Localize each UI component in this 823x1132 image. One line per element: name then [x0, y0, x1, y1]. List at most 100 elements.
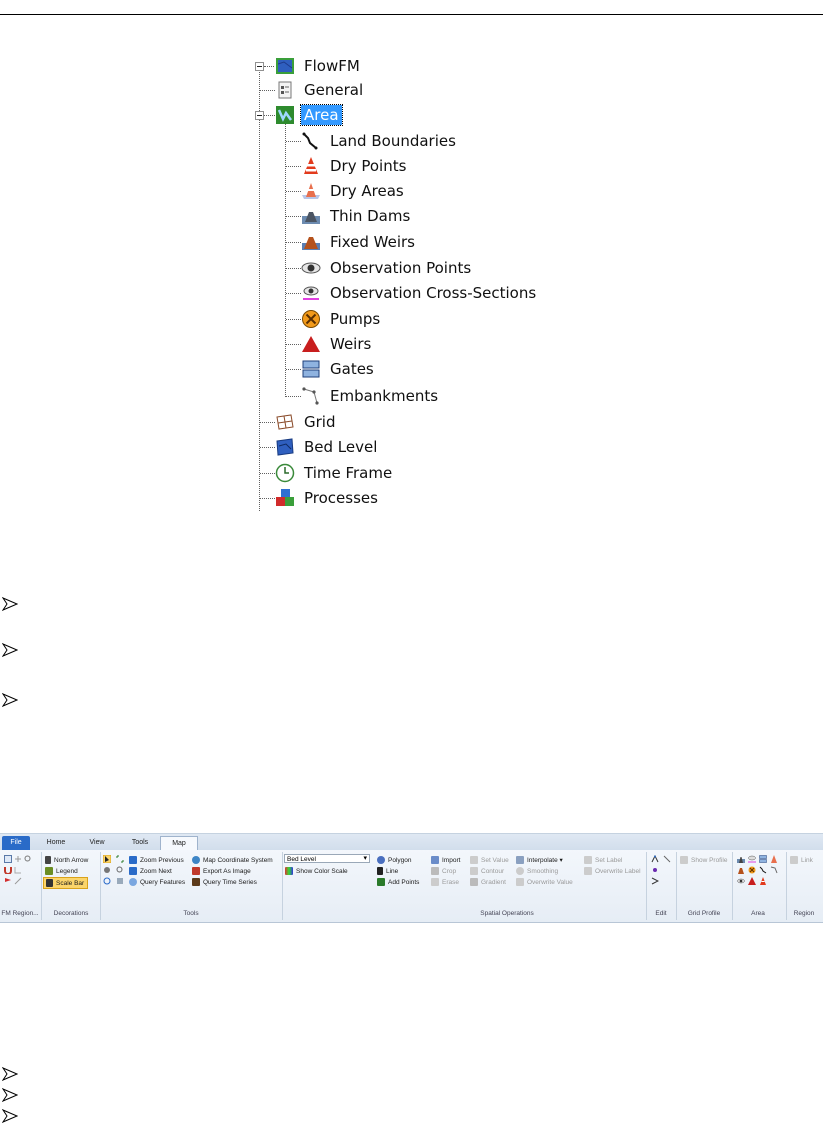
tree-node-grid[interactable]: Grid [275, 411, 338, 433]
time-series-icon [192, 878, 200, 886]
zoom-icon[interactable] [24, 855, 32, 863]
group-label-edit: Edit [655, 910, 667, 917]
zoom-rectangle-icon[interactable] [116, 866, 124, 874]
magnet-icon[interactable] [4, 866, 12, 874]
scale-bar-icon [46, 879, 53, 887]
query-features-button[interactable]: Query Features [129, 877, 185, 887]
line-icon [377, 867, 383, 875]
tree-node-dry-points[interactable]: Dry Points [301, 155, 409, 177]
weir-triangle-icon[interactable] [748, 877, 756, 885]
tree-node-pumps[interactable]: Pumps [301, 308, 383, 330]
color-scale-icon [285, 867, 293, 875]
map-coordinate-system-button[interactable]: Map Coordinate System [192, 855, 273, 865]
scale-bar-button[interactable]: Scale Bar [43, 877, 89, 889]
embankment-icon [302, 387, 319, 405]
processes-icon [276, 489, 294, 506]
legend-button[interactable]: Legend [45, 866, 78, 876]
profile-icon [680, 856, 688, 864]
tree-node-land-boundaries[interactable]: Land Boundaries [301, 130, 459, 152]
tree-node-weirs[interactable]: Weirs [301, 333, 374, 355]
thin-dam-icon[interactable] [737, 855, 745, 863]
collapse-root-toggle[interactable] [255, 62, 264, 71]
line-button[interactable]: Line [377, 866, 398, 876]
polygon-button[interactable]: Polygon [377, 855, 412, 865]
tree-node-area[interactable]: Area [275, 104, 343, 126]
tree-node-flowfm[interactable]: FlowFM [275, 55, 363, 77]
tree-node-gates[interactable]: Gates [301, 358, 377, 380]
tab-home[interactable]: Home [40, 836, 72, 850]
zoom-next-button[interactable]: Zoom Next [129, 866, 172, 876]
embankment-icon[interactable] [770, 866, 778, 874]
tree-node-embankments[interactable]: Embankments [301, 385, 441, 407]
select-icon[interactable] [4, 855, 12, 863]
group-label-spatial-operations: Spatial Operations [480, 910, 534, 917]
tree-node-observation-cross-sections[interactable]: Observation Cross-Sections [301, 282, 539, 304]
link-button[interactable]: Link [790, 855, 813, 865]
overwrite-value-button[interactable]: Overwrite Value [516, 877, 573, 887]
smoothing-button[interactable]: Smoothing [516, 866, 558, 876]
refresh-icon[interactable] [103, 877, 111, 885]
export-as-image-button[interactable]: Export As Image [192, 866, 251, 876]
import-button[interactable]: Import [431, 855, 460, 865]
flag-icon[interactable] [4, 877, 12, 885]
edit-line-icon[interactable] [663, 855, 671, 863]
overwrite-label-button[interactable]: Overwrite Label [584, 866, 641, 876]
tree-node-processes[interactable]: Processes [275, 487, 381, 509]
dry-area-icon[interactable] [770, 855, 778, 863]
tree-node-label: Area [300, 104, 343, 126]
add-points-button[interactable]: Add Points [377, 877, 419, 887]
grid-icon [276, 414, 294, 430]
tree-node-thin-dams[interactable]: Thin Dams [301, 205, 413, 227]
pump-icon[interactable] [748, 866, 756, 874]
tree-node-time-frame[interactable]: Time Frame [275, 462, 395, 484]
interpolate-button[interactable]: Interpolate ▾ [516, 855, 563, 865]
tab-tools[interactable]: Tools [124, 836, 156, 850]
tree-node-dry-areas[interactable]: Dry Areas [301, 180, 407, 202]
pan-icon[interactable] [103, 866, 111, 874]
tree-node-fixed-weirs[interactable]: Fixed Weirs [301, 231, 418, 253]
edit-vertices-icon[interactable] [651, 855, 659, 863]
contour-button[interactable]: Contour [470, 866, 504, 876]
show-color-scale-button[interactable]: Show Color Scale [285, 866, 348, 876]
move-icon[interactable] [14, 855, 22, 863]
arrow-bullet-icon [2, 693, 18, 707]
tree-node-general[interactable]: General [275, 79, 366, 101]
tree-node-label: Dry Areas [330, 182, 404, 200]
tree-node-label: FlowFM [304, 57, 360, 75]
tree-node-bed-level[interactable]: Bed Level [275, 436, 380, 458]
ribbon-tab-bar: File Home View Tools Map [0, 834, 823, 850]
query-time-series-button[interactable]: Query Time Series [192, 877, 257, 887]
remove-vertex-icon[interactable] [651, 877, 659, 885]
set-label-button[interactable]: Set Label [584, 855, 622, 865]
gate-icon[interactable] [759, 855, 767, 863]
eye-line-icon[interactable] [748, 855, 756, 863]
gradient-button[interactable]: Gradient [470, 877, 506, 887]
north-arrow-button[interactable]: North Arrow [45, 855, 88, 865]
pointer-icon[interactable] [14, 877, 22, 885]
eye-icon[interactable] [737, 877, 745, 885]
cone-icon [304, 157, 318, 174]
pointer-select-icon[interactable] [103, 855, 111, 863]
project-tree[interactable]: FlowFM General Area Land Boundaries Dry … [245, 50, 585, 520]
zoom-extent-icon[interactable] [116, 855, 124, 863]
fixed-weir-icon[interactable] [737, 866, 745, 874]
arrow-bullet-icon [2, 597, 18, 611]
zoom-previous-button[interactable]: Zoom Previous [129, 855, 184, 865]
set-value-button[interactable]: Set Value [470, 855, 509, 865]
coverage-select[interactable]: Bed Level [284, 854, 370, 863]
tree-node-observation-points[interactable]: Observation Points [301, 257, 474, 279]
tab-view[interactable]: View [82, 836, 112, 850]
tab-map[interactable]: Map [160, 836, 198, 850]
tab-file[interactable]: File [2, 836, 30, 850]
add-vertex-icon[interactable] [651, 866, 659, 874]
show-profile-button[interactable]: Show Profile [680, 855, 728, 865]
erase-button[interactable]: Erase [431, 877, 459, 887]
crop-button[interactable]: Crop [431, 866, 456, 876]
group-label-area: Area [751, 910, 765, 917]
ruler-icon[interactable] [14, 866, 22, 874]
land-boundary-icon[interactable] [759, 866, 767, 874]
layers-icon[interactable] [116, 877, 124, 885]
cone-icon[interactable] [759, 877, 767, 885]
tree-node-label: Embankments [330, 387, 439, 405]
collapse-area-toggle[interactable] [255, 111, 264, 120]
